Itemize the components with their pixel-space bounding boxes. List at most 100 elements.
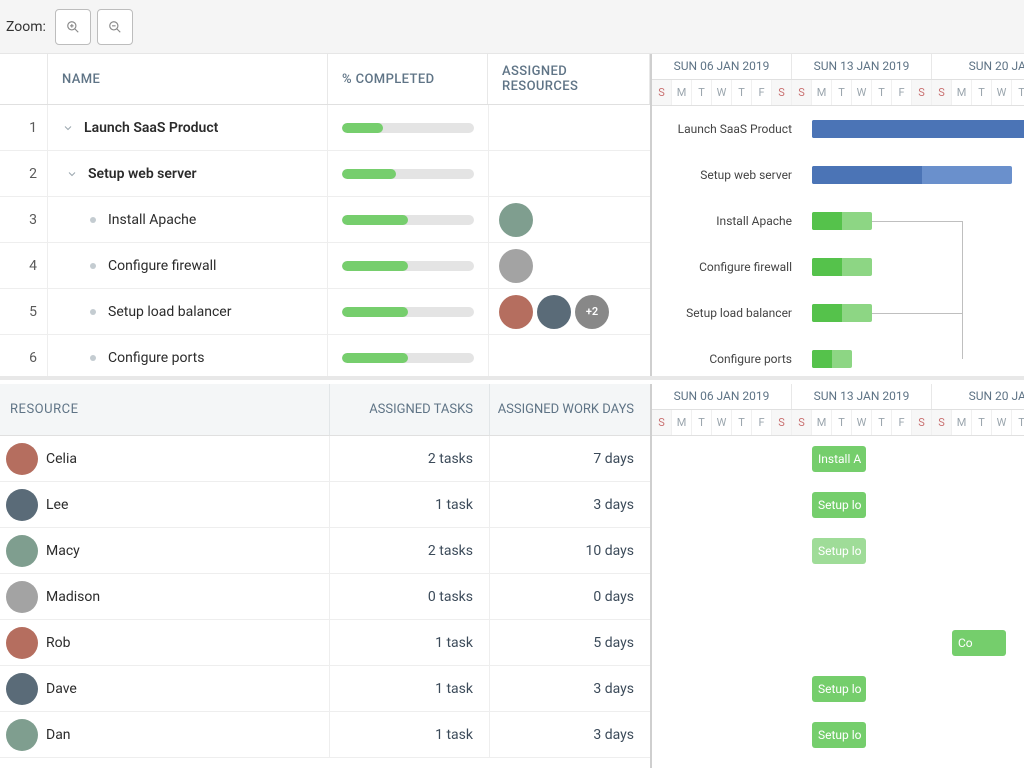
bullet-icon bbox=[90, 217, 96, 223]
assigned-tasks: 1 task bbox=[330, 666, 490, 711]
week-header: SUN 06 JAN 2019 bbox=[652, 384, 792, 409]
assigned-days: 10 days bbox=[490, 528, 650, 573]
task-name: Launch SaaS Product bbox=[84, 120, 218, 136]
avatar[interactable] bbox=[6, 627, 38, 659]
day-header: S bbox=[652, 410, 672, 436]
col-completed[interactable]: % COMPLETED bbox=[328, 54, 488, 104]
day-header: T bbox=[972, 410, 992, 436]
gantt-bar-parent[interactable] bbox=[812, 166, 1012, 184]
day-header: T bbox=[1012, 80, 1024, 106]
avatar[interactable] bbox=[6, 581, 38, 613]
avatar[interactable] bbox=[499, 249, 533, 283]
gantt-timeline: SUN 06 JAN 2019SUN 13 JAN 2019SUN 20 JAN… bbox=[652, 54, 1024, 376]
day-header: M bbox=[672, 80, 692, 106]
resource-row[interactable]: Madison0 tasks0 days bbox=[0, 574, 650, 620]
day-header: M bbox=[672, 410, 692, 436]
bullet-icon bbox=[90, 309, 96, 315]
resource-assignment-bar[interactable]: Setup lo bbox=[812, 538, 866, 564]
zoom-out-button[interactable] bbox=[97, 9, 133, 45]
day-header: T bbox=[732, 80, 752, 106]
zoom-label: Zoom: bbox=[6, 19, 46, 35]
day-header: W bbox=[712, 80, 732, 106]
resource-row[interactable]: Dan1 task3 days bbox=[0, 712, 650, 758]
avatar[interactable] bbox=[6, 489, 38, 521]
gantt-bar[interactable] bbox=[812, 350, 852, 368]
day-header: T bbox=[732, 410, 752, 436]
day-header: S bbox=[772, 410, 792, 436]
task-row[interactable]: 6Configure ports bbox=[0, 335, 650, 376]
resource-name: Dan bbox=[46, 727, 71, 743]
day-header: F bbox=[892, 410, 912, 436]
day-header: M bbox=[812, 80, 832, 106]
day-header: S bbox=[792, 80, 812, 106]
resource-timeline: SUN 06 JAN 2019SUN 13 JAN 2019SUN 20 JAN… bbox=[652, 384, 1024, 768]
avatar[interactable] bbox=[6, 673, 38, 705]
resource-row[interactable]: Celia2 tasks7 days bbox=[0, 436, 650, 482]
task-name: Install Apache bbox=[108, 212, 196, 228]
day-header: S bbox=[772, 80, 792, 106]
day-header: F bbox=[752, 410, 772, 436]
resource-assignment-bar[interactable]: Install A bbox=[812, 446, 866, 472]
task-name: Setup load balancer bbox=[108, 304, 231, 320]
col-resource[interactable]: RESOURCE bbox=[0, 384, 330, 435]
gantt-bar[interactable] bbox=[812, 212, 872, 230]
resource-row[interactable]: Rob1 task5 days bbox=[0, 620, 650, 666]
week-header: SUN 20 JAN bbox=[932, 54, 1024, 79]
col-assigned-days[interactable]: ASSIGNED WORK DAYS bbox=[490, 384, 650, 435]
col-name[interactable]: NAME bbox=[48, 54, 328, 104]
resource-row[interactable]: Dave1 task3 days bbox=[0, 666, 650, 712]
day-header: W bbox=[992, 80, 1012, 106]
bullet-icon bbox=[90, 263, 96, 269]
row-number: 5 bbox=[0, 289, 48, 334]
progress-bar bbox=[342, 215, 474, 225]
week-header: SUN 20 JAN bbox=[932, 384, 1024, 409]
col-resources[interactable]: ASSIGNED RESOURCES bbox=[488, 54, 650, 104]
col-assigned-tasks[interactable]: ASSIGNED TASKS bbox=[330, 384, 490, 435]
chevron-down-icon[interactable] bbox=[58, 118, 78, 138]
task-row[interactable]: 5 Setup load balancer +2 bbox=[0, 289, 650, 335]
avatar[interactable] bbox=[499, 203, 533, 237]
day-header: F bbox=[752, 80, 772, 106]
task-row[interactable]: 3Install Apache bbox=[0, 197, 650, 243]
assigned-tasks: 0 tasks bbox=[330, 574, 490, 619]
day-header: F bbox=[892, 80, 912, 106]
assigned-tasks: 1 task bbox=[330, 620, 490, 665]
avatar[interactable] bbox=[537, 295, 571, 329]
avatar[interactable] bbox=[6, 443, 38, 475]
assigned-tasks: 2 tasks bbox=[330, 436, 490, 481]
day-header: T bbox=[832, 410, 852, 436]
resource-assignment-bar[interactable]: Co bbox=[952, 630, 1006, 656]
gantt-bar-parent[interactable] bbox=[812, 120, 1024, 138]
task-row[interactable]: 2Setup web server bbox=[0, 151, 650, 197]
resource-assignment-bar[interactable]: Setup lo bbox=[812, 492, 866, 518]
chevron-down-icon[interactable] bbox=[62, 164, 82, 184]
day-header: M bbox=[952, 410, 972, 436]
gantt-bar[interactable] bbox=[812, 304, 872, 322]
avatar-overflow[interactable]: +2 bbox=[575, 295, 609, 329]
day-header: T bbox=[972, 80, 992, 106]
gantt-bar[interactable] bbox=[812, 258, 872, 276]
task-row[interactable]: 1Launch SaaS Product bbox=[0, 105, 650, 151]
resource-row[interactable]: Lee1 task3 days bbox=[0, 482, 650, 528]
avatar[interactable] bbox=[6, 535, 38, 567]
zoom-in-button[interactable] bbox=[55, 9, 91, 45]
week-header: SUN 13 JAN 2019 bbox=[792, 384, 932, 409]
day-header: W bbox=[992, 410, 1012, 436]
assigned-tasks: 1 task bbox=[330, 482, 490, 527]
day-header: W bbox=[852, 410, 872, 436]
resource-name: Macy bbox=[46, 543, 80, 559]
week-header: SUN 13 JAN 2019 bbox=[792, 54, 932, 79]
day-header: S bbox=[792, 410, 812, 436]
day-header: M bbox=[812, 410, 832, 436]
avatar[interactable] bbox=[6, 719, 38, 751]
assigned-days: 3 days bbox=[490, 712, 650, 757]
day-header: S bbox=[932, 410, 952, 436]
task-row[interactable]: 4Configure firewall bbox=[0, 243, 650, 289]
day-header: T bbox=[872, 80, 892, 106]
resource-assignment-bar[interactable]: Setup lo bbox=[812, 676, 866, 702]
day-header: W bbox=[712, 410, 732, 436]
resource-row[interactable]: Macy2 tasks10 days bbox=[0, 528, 650, 574]
toolbar: Zoom: bbox=[0, 0, 1024, 54]
avatar[interactable] bbox=[499, 295, 533, 329]
resource-assignment-bar[interactable]: Setup lo bbox=[812, 722, 866, 748]
